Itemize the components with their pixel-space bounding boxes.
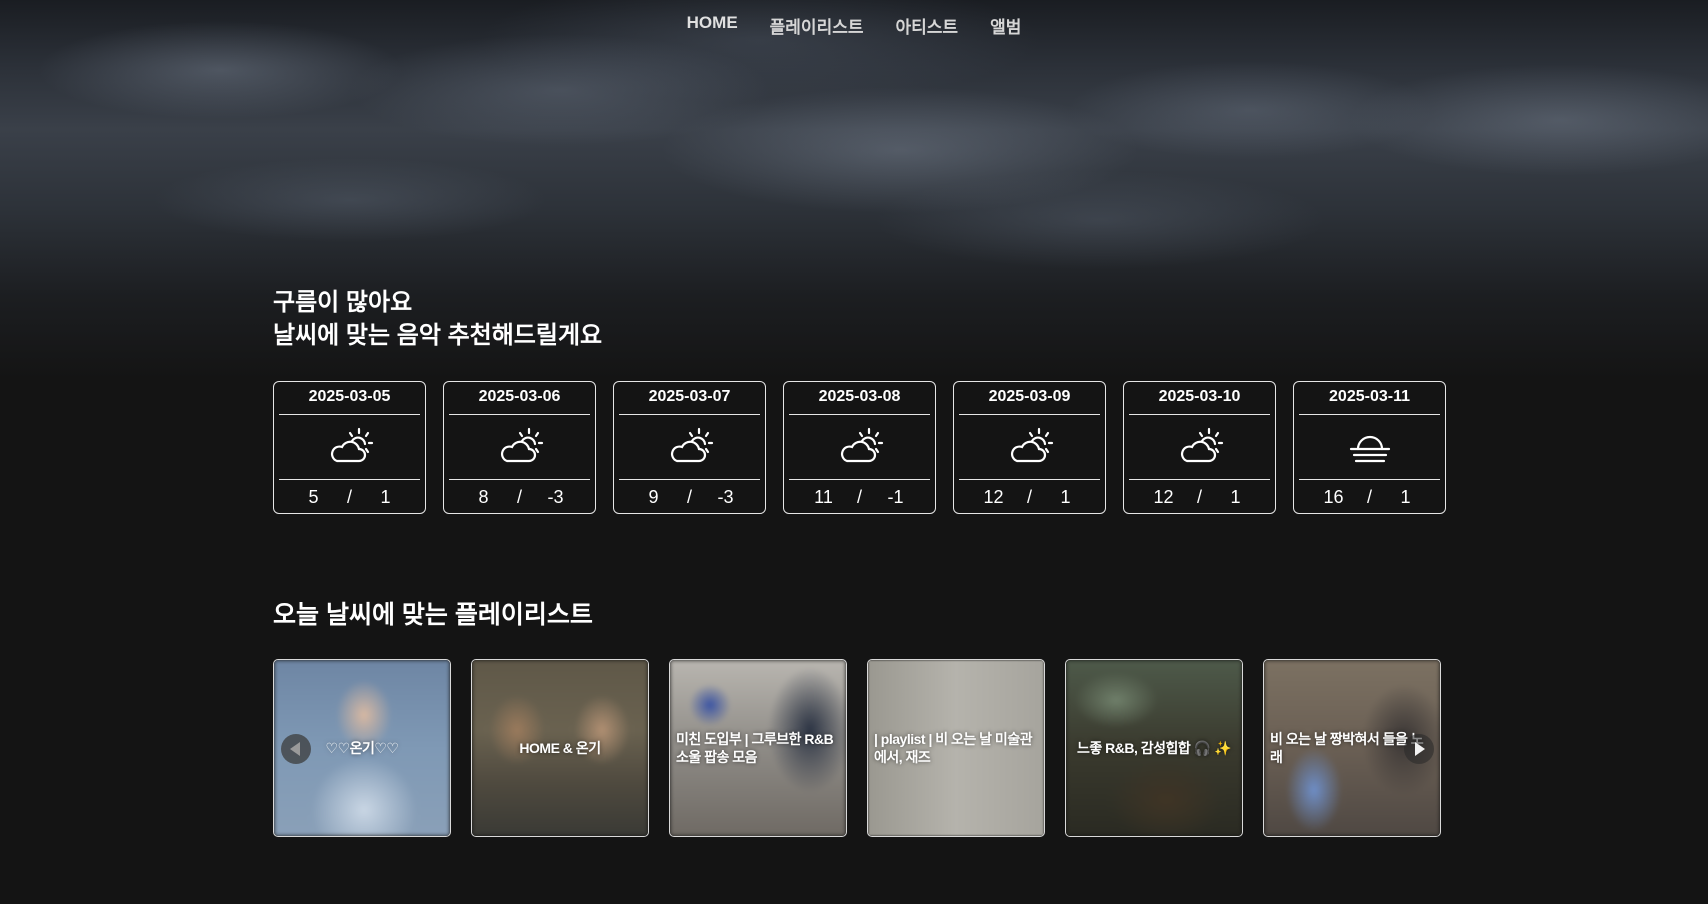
partly-cloudy-icon <box>619 415 760 480</box>
temp-separator: / <box>516 487 522 507</box>
forecast-date: 2025-03-05 <box>279 382 420 415</box>
forecast-row: 2025-03-05 5 / 1 2025-03-06 8 / -3 2025-03-0… <box>273 381 1446 514</box>
forecast-card: 2025-03-08 11 / -1 <box>783 381 936 514</box>
playlist-carousel: ♡♡온기♡♡ HOME & 온기 미친 도입부 | 그루브한 R&B 소울 팝송… <box>273 659 1441 837</box>
weather-status-text: 구름이 많아요 <box>273 289 413 316</box>
carousel-next-button[interactable] <box>1404 734 1434 764</box>
temp-high: 5 <box>308 487 319 507</box>
partly-cloudy-icon <box>279 415 420 480</box>
chevron-right-icon <box>1415 742 1425 756</box>
temp-low: 1 <box>1230 487 1241 507</box>
temp-low: -3 <box>547 487 564 507</box>
temp-separator: / <box>1366 487 1372 507</box>
temp-high: 12 <box>1153 487 1174 507</box>
temp-separator: / <box>1196 487 1202 507</box>
recommendation-text: 날씨에 맞는 음악 추천해드릴게요 <box>273 322 603 349</box>
forecast-temps: 8 / -3 <box>449 480 590 513</box>
playlist-card[interactable]: 느좋 R&B, 감성힙합 🎧 ✨ <box>1065 659 1243 837</box>
forecast-card: 2025-03-07 9 / -3 <box>613 381 766 514</box>
forecast-temps: 11 / -1 <box>789 480 930 513</box>
forecast-card: 2025-03-10 12 / 1 <box>1123 381 1276 514</box>
temp-high: 16 <box>1323 487 1344 507</box>
nav-playlist[interactable]: 플레이리스트 <box>770 13 864 38</box>
forecast-date: 2025-03-07 <box>619 382 760 415</box>
temp-low: 1 <box>1400 487 1411 507</box>
temp-high: 8 <box>478 487 489 507</box>
forecast-card: 2025-03-11 16 / 1 <box>1293 381 1446 514</box>
top-nav: HOME 플레이리스트 아티스트 앨범 <box>0 13 1708 38</box>
forecast-date: 2025-03-08 <box>789 382 930 415</box>
playlist-card[interactable]: HOME & 온기 <box>471 659 649 837</box>
temp-separator: / <box>1026 487 1032 507</box>
partly-cloudy-icon <box>449 415 590 480</box>
playlist-title: HOME & 온기 <box>519 740 601 756</box>
forecast-temps: 16 / 1 <box>1299 480 1440 513</box>
forecast-temps: 9 / -3 <box>619 480 760 513</box>
playlist-title: | playlist | 비 오는 날 미술관에서, 재즈 <box>874 731 1033 765</box>
playlist-card[interactable]: 미친 도입부 | 그루브한 R&B 소울 팝송 모음 <box>669 659 847 837</box>
forecast-temps: 12 / 1 <box>959 480 1100 513</box>
forecast-date: 2025-03-11 <box>1299 382 1440 415</box>
partly-cloudy-icon <box>959 415 1100 480</box>
forecast-date: 2025-03-09 <box>959 382 1100 415</box>
temp-high: 11 <box>814 487 833 507</box>
temp-low: 1 <box>1060 487 1071 507</box>
page: HOME 플레이리스트 아티스트 앨범 구름이 많아요 날씨에 맞는 음악 추천… <box>0 0 1708 904</box>
partly-cloudy-icon <box>789 415 930 480</box>
temp-low: -3 <box>717 487 734 507</box>
playlist-title: 느좋 R&B, 감성힙합 🎧 ✨ <box>1077 740 1231 756</box>
fog-icon <box>1299 415 1440 480</box>
forecast-temps: 12 / 1 <box>1129 480 1270 513</box>
temp-separator: / <box>686 487 692 507</box>
playlist-section-title: 오늘 날씨에 맞는 플레이리스트 <box>273 601 593 629</box>
temp-high: 9 <box>648 487 659 507</box>
forecast-date: 2025-03-10 <box>1129 382 1270 415</box>
playlist-card[interactable]: ♡♡온기♡♡ <box>273 659 451 837</box>
chevron-left-icon <box>290 742 300 756</box>
playlist-title: 미친 도입부 | 그루브한 R&B 소울 팝송 모음 <box>676 731 834 765</box>
forecast-date: 2025-03-06 <box>449 382 590 415</box>
forecast-card: 2025-03-05 5 / 1 <box>273 381 426 514</box>
temp-separator: / <box>856 487 862 507</box>
playlist-card[interactable]: 비 오는 날 짱박혀서 들을 노래 <box>1263 659 1441 837</box>
forecast-card: 2025-03-06 8 / -3 <box>443 381 596 514</box>
nav-home[interactable]: HOME <box>687 13 738 38</box>
temp-high: 12 <box>983 487 1004 507</box>
temp-low: -1 <box>887 487 904 507</box>
weather-headline: 구름이 많아요 날씨에 맞는 음악 추천해드릴게요 <box>273 286 602 352</box>
temp-separator: / <box>346 487 352 507</box>
forecast-card: 2025-03-09 12 / 1 <box>953 381 1106 514</box>
forecast-temps: 5 / 1 <box>279 480 420 513</box>
partly-cloudy-icon <box>1129 415 1270 480</box>
carousel-prev-button[interactable] <box>281 734 311 764</box>
nav-artist[interactable]: 아티스트 <box>896 13 959 38</box>
nav-album[interactable]: 앨범 <box>990 13 1021 38</box>
cloudy-sky-background <box>0 0 1708 380</box>
playlist-card[interactable]: | playlist | 비 오는 날 미술관에서, 재즈 <box>867 659 1045 837</box>
temp-low: 1 <box>380 487 391 507</box>
